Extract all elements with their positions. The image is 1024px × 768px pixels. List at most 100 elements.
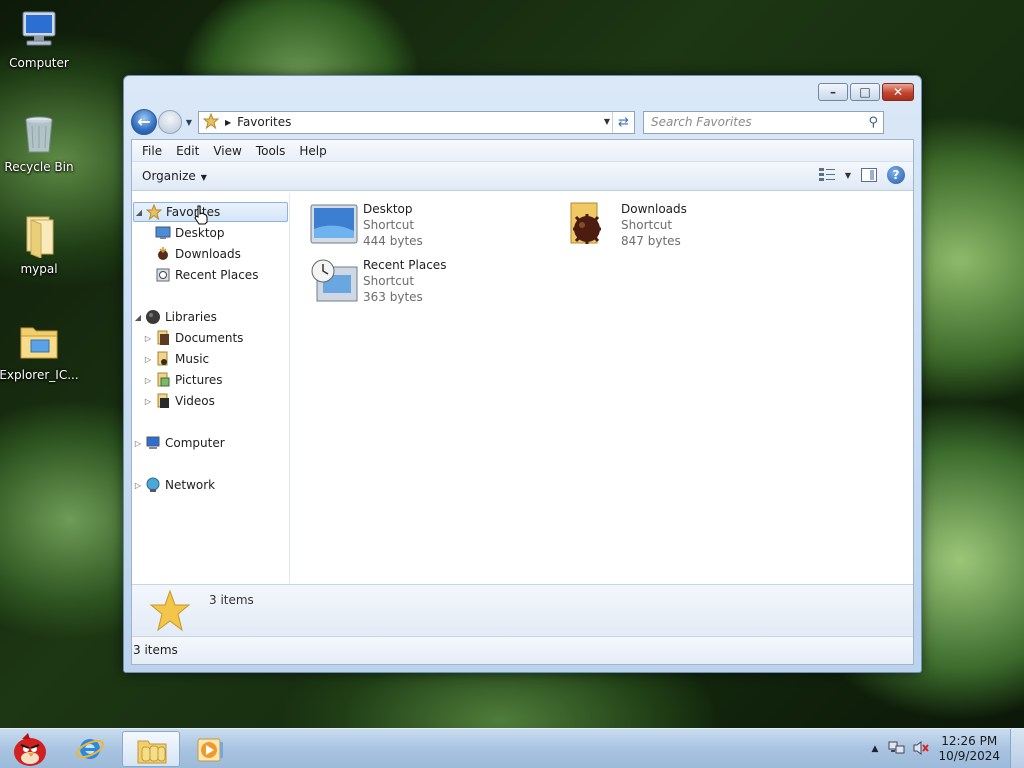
file-item-downloads[interactable]: Downloads Shortcut 847 bytes: [567, 201, 687, 249]
expand-arrow-icon[interactable]: ▷: [143, 397, 153, 406]
minimize-icon: –: [830, 85, 836, 99]
file-size: 444 bytes: [363, 234, 423, 248]
expand-arrow-icon[interactable]: ▷: [133, 481, 143, 490]
recent-pages-dropdown[interactable]: ▼: [183, 118, 195, 127]
expand-arrow-icon[interactable]: ▷: [133, 439, 143, 448]
forward-button[interactable]: [158, 110, 182, 134]
search-placeholder: Search Favorites: [651, 115, 752, 129]
taskbar-internet-explorer[interactable]: [62, 731, 120, 767]
show-hidden-icons-button[interactable]: ▲: [872, 744, 879, 754]
maximize-icon: □: [859, 85, 871, 99]
clock[interactable]: 12:26 PM 10/9/2024: [938, 734, 1000, 764]
tree-item-videos[interactable]: ▷ Videos: [143, 391, 215, 411]
volume-muted-icon[interactable]: [912, 740, 930, 759]
menu-bar: File Edit View Tools Help: [132, 140, 913, 162]
expand-arrow-icon[interactable]: ▷: [143, 355, 153, 364]
tree-item-desktop[interactable]: Desktop: [153, 223, 225, 243]
organize-label: Organize: [142, 169, 196, 183]
desktop-icon-explorer-ic[interactable]: Explorer_IC...: [0, 320, 81, 382]
expand-arrow-icon[interactable]: ◢: [134, 208, 144, 217]
show-desktop-button[interactable]: [1010, 729, 1024, 768]
tree-item-pictures[interactable]: ▷ Pictures: [143, 370, 223, 390]
file-list-pane: Desktop Shortcut 444 bytes Downloads Sho…: [194, 193, 913, 584]
angry-birds-icon: [8, 731, 52, 768]
network-status-icon[interactable]: [888, 740, 906, 759]
tree-item-network[interactable]: ▷ Network: [133, 475, 215, 495]
address-bar[interactable]: ▶ Favorites ▼ ⇄: [198, 110, 635, 134]
back-button[interactable]: [131, 109, 157, 135]
tree-item-label: Network: [165, 478, 216, 492]
taskbar-media-player[interactable]: [182, 731, 240, 767]
clock-time: 12:26 PM: [941, 734, 998, 748]
chevron-down-icon: ▼: [200, 173, 207, 182]
tree-item-label: Desktop: [175, 226, 225, 240]
breadcrumb-separator-icon[interactable]: ▶: [225, 118, 231, 127]
preview-pane-icon[interactable]: [861, 168, 877, 182]
desktop-icon-mypal[interactable]: mypal: [0, 214, 81, 276]
folder-icon: [17, 214, 61, 259]
menu-help[interactable]: Help: [292, 144, 333, 158]
menu-file[interactable]: File: [135, 144, 169, 158]
file-type: Shortcut: [621, 218, 673, 232]
search-input[interactable]: Search Favorites ⚲: [643, 110, 884, 134]
libraries-icon: [145, 309, 161, 325]
recent-places-icon: [155, 267, 171, 283]
details-pane: 3 items: [132, 584, 913, 636]
search-icon[interactable]: ⚲: [868, 115, 878, 130]
help-icon[interactable]: ?: [887, 166, 905, 184]
tree-item-documents[interactable]: ▷ Documents: [143, 328, 243, 348]
caption-buttons: – □ ✕: [818, 83, 914, 101]
expand-arrow-icon[interactable]: ▷: [143, 376, 153, 385]
explorer-window: – □ ✕ ▼ ▶ Favorites ▼ ⇄ Search Favorites…: [123, 75, 922, 673]
clock-date: 10/9/2024: [938, 749, 1000, 763]
desktop-icon: [309, 201, 359, 249]
folder-icon: [17, 320, 61, 364]
tree-item-label: Downloads: [175, 247, 241, 261]
recycle-bin-icon: [17, 112, 61, 156]
close-icon: ✕: [892, 85, 904, 99]
breadcrumb-favorites[interactable]: Favorites: [237, 115, 291, 129]
desktop-icon-computer[interactable]: Computer: [0, 8, 81, 70]
file-item-desktop[interactable]: Desktop Shortcut 444 bytes: [309, 201, 423, 249]
desktop-icon-recycle-bin[interactable]: Recycle Bin: [0, 112, 81, 174]
close-button[interactable]: ✕: [882, 83, 914, 101]
recent-places-icon: [309, 257, 359, 305]
favorites-star-icon: [145, 203, 163, 221]
refresh-button[interactable]: ⇄: [612, 111, 634, 133]
menu-view[interactable]: View: [206, 144, 248, 158]
menu-tools[interactable]: Tools: [249, 144, 293, 158]
file-size: 363 bytes: [363, 290, 423, 304]
tree-item-label: Libraries: [165, 310, 217, 324]
computer-icon: [145, 435, 161, 451]
organize-button[interactable]: Organize ▼: [142, 169, 207, 183]
music-icon: [155, 351, 171, 367]
menu-edit[interactable]: Edit: [169, 144, 206, 158]
tree-item-computer[interactable]: ▷ Computer: [133, 433, 225, 453]
tree-item-favorites[interactable]: ◢ Favorites: [133, 202, 288, 222]
change-view-icon[interactable]: [818, 168, 835, 182]
tree-item-downloads[interactable]: Downloads: [153, 244, 241, 264]
tree-item-recent-places[interactable]: Recent Places: [153, 265, 258, 285]
media-player-icon: [196, 738, 224, 765]
tree-item-label: Pictures: [175, 373, 223, 387]
internet-explorer-icon: [75, 735, 105, 766]
address-dropdown-icon[interactable]: ▼: [604, 117, 610, 126]
tree-item-label: Music: [175, 352, 210, 366]
maximize-button[interactable]: □: [850, 83, 880, 101]
tree-item-music[interactable]: ▷ Music: [143, 349, 209, 369]
minimize-button[interactable]: –: [818, 83, 848, 101]
tree-item-label: Recent Places: [175, 268, 259, 282]
views-dropdown-icon[interactable]: ▼: [845, 171, 851, 180]
file-item-recent-places[interactable]: Recent Places Shortcut 363 bytes: [309, 257, 446, 305]
file-name: Downloads: [621, 202, 687, 216]
videos-icon: [155, 393, 171, 409]
taskbar-angry-birds[interactable]: [4, 731, 62, 767]
taskbar-windows-explorer[interactable]: [122, 731, 180, 767]
expand-arrow-icon[interactable]: ◢: [133, 313, 143, 322]
file-name: Desktop: [363, 202, 413, 216]
expand-arrow-icon[interactable]: ▷: [143, 334, 153, 343]
taskbar: ▲ 12:26 PM 10/9/2024: [0, 728, 1024, 768]
file-name: Recent Places: [363, 258, 447, 272]
tree-item-libraries[interactable]: ◢ Libraries: [133, 307, 217, 327]
command-bar: Organize ▼ ▼ ?: [132, 162, 913, 191]
